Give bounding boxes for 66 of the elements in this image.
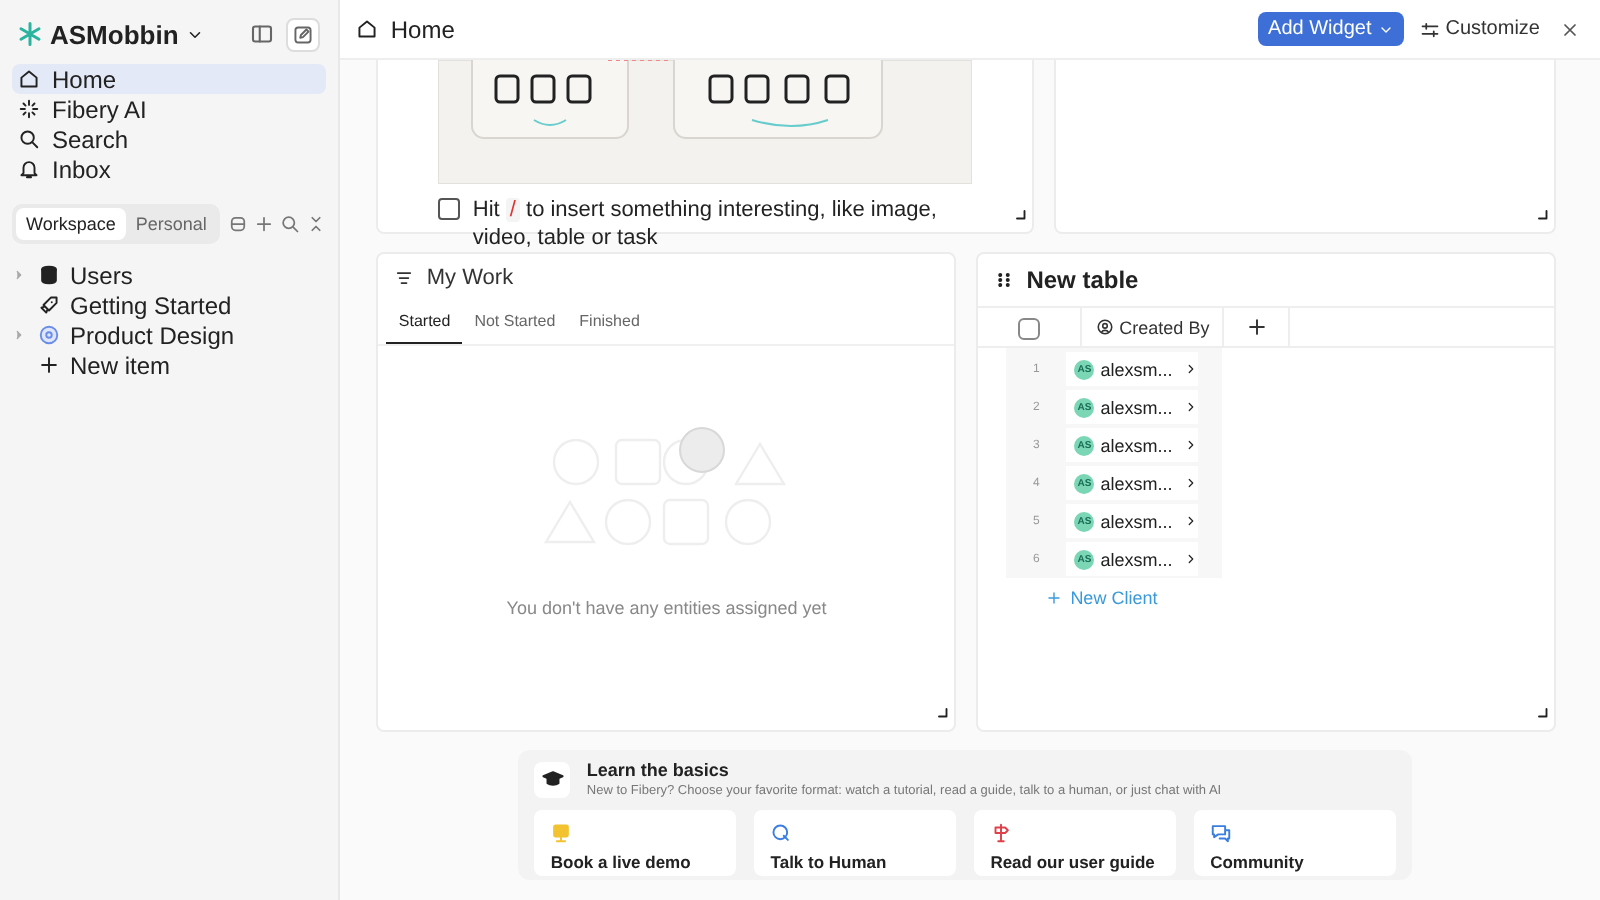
collapse-icon: [306, 214, 327, 234]
filter-tab[interactable]: Started: [386, 302, 463, 344]
person-icon: [1095, 318, 1114, 336]
sparkle-icon: [18, 98, 40, 120]
bell-icon: [18, 158, 40, 180]
nav-item[interactable]: Home: [12, 64, 327, 94]
edit-icon: [292, 23, 315, 45]
cap-shape-icon: [541, 768, 564, 790]
resource-card[interactable]: Book a live demo: [534, 810, 737, 876]
tree-item[interactable]: Getting Started: [12, 290, 327, 320]
plus-icon: [38, 354, 60, 376]
add-column-button[interactable]: [1245, 316, 1268, 338]
nav-item[interactable]: Search: [12, 124, 327, 154]
resize-handle-icon: [936, 706, 949, 718]
checkbox[interactable]: [1018, 317, 1041, 339]
filter-tab[interactable]: Finished: [567, 302, 652, 344]
chevron-right-icon: [1184, 552, 1199, 566]
chevron-right-icon: [1184, 362, 1199, 376]
resource-card[interactable]: Community: [1194, 810, 1396, 876]
page-title: Home: [390, 15, 455, 43]
resize-handle-icon: [1536, 706, 1548, 718]
column-header[interactable]: Created By: [1082, 308, 1225, 346]
filter-icon: [228, 214, 249, 234]
list-icon: [394, 268, 415, 288]
snowflake-logo-icon: [18, 22, 42, 46]
grid-icon: [994, 270, 1015, 290]
search-icon: [18, 128, 40, 150]
resize-handle-icon: [1536, 208, 1548, 220]
resize-handle-icon: [1014, 208, 1027, 220]
scope-tab[interactable]: Personal: [125, 208, 217, 240]
sidebar-icon: [250, 22, 275, 46]
tree-item[interactable]: New item: [12, 350, 327, 380]
chevron-right-icon: [1184, 400, 1199, 414]
home-icon: [18, 68, 40, 90]
database-icon: [38, 264, 60, 286]
resource-card[interactable]: Read our user guide: [974, 810, 1177, 876]
widget-title: New table: [1026, 266, 1139, 294]
circle-icon: [38, 324, 60, 346]
close-icon: [1560, 19, 1580, 39]
plus-icon: [1245, 316, 1268, 338]
task-text: Hit / to insert something interesting, like image, video, table or task: [472, 196, 939, 252]
nav-item[interactable]: Inbox: [12, 154, 327, 184]
learn-title: Learn the basics: [586, 760, 731, 780]
chevron-right-icon: [1184, 514, 1199, 528]
customize-button[interactable]: Customize: [1415, 14, 1544, 44]
filter-tab[interactable]: Not Started: [462, 302, 568, 344]
resource-card[interactable]: Talk to Human: [754, 810, 957, 876]
plus-icon: [254, 214, 275, 234]
chevron-right-icon: [1184, 476, 1199, 490]
caret-icon: [12, 328, 26, 342]
checkbox[interactable]: [438, 198, 461, 220]
scope-tab[interactable]: Workspace: [16, 208, 126, 240]
caret-icon: [12, 268, 26, 282]
tree-item[interactable]: Product Design: [12, 320, 327, 350]
widget-title: My Work: [426, 266, 514, 290]
tree-item[interactable]: Users: [12, 260, 327, 290]
chevron-right-icon: [1184, 438, 1199, 452]
workspace-switcher[interactable]: ASMobbin: [50, 19, 205, 49]
home-icon: [356, 18, 379, 40]
nav-item[interactable]: Fibery AI: [12, 94, 327, 124]
add-widget-button[interactable]: Add Widget: [1258, 12, 1404, 46]
sliders-icon: [1419, 19, 1440, 39]
search-icon: [280, 214, 301, 234]
empty-state-text: You don't have any entities assigned yet: [506, 598, 827, 618]
plus-icon: [1046, 590, 1063, 606]
new-page-button[interactable]: [286, 17, 321, 51]
